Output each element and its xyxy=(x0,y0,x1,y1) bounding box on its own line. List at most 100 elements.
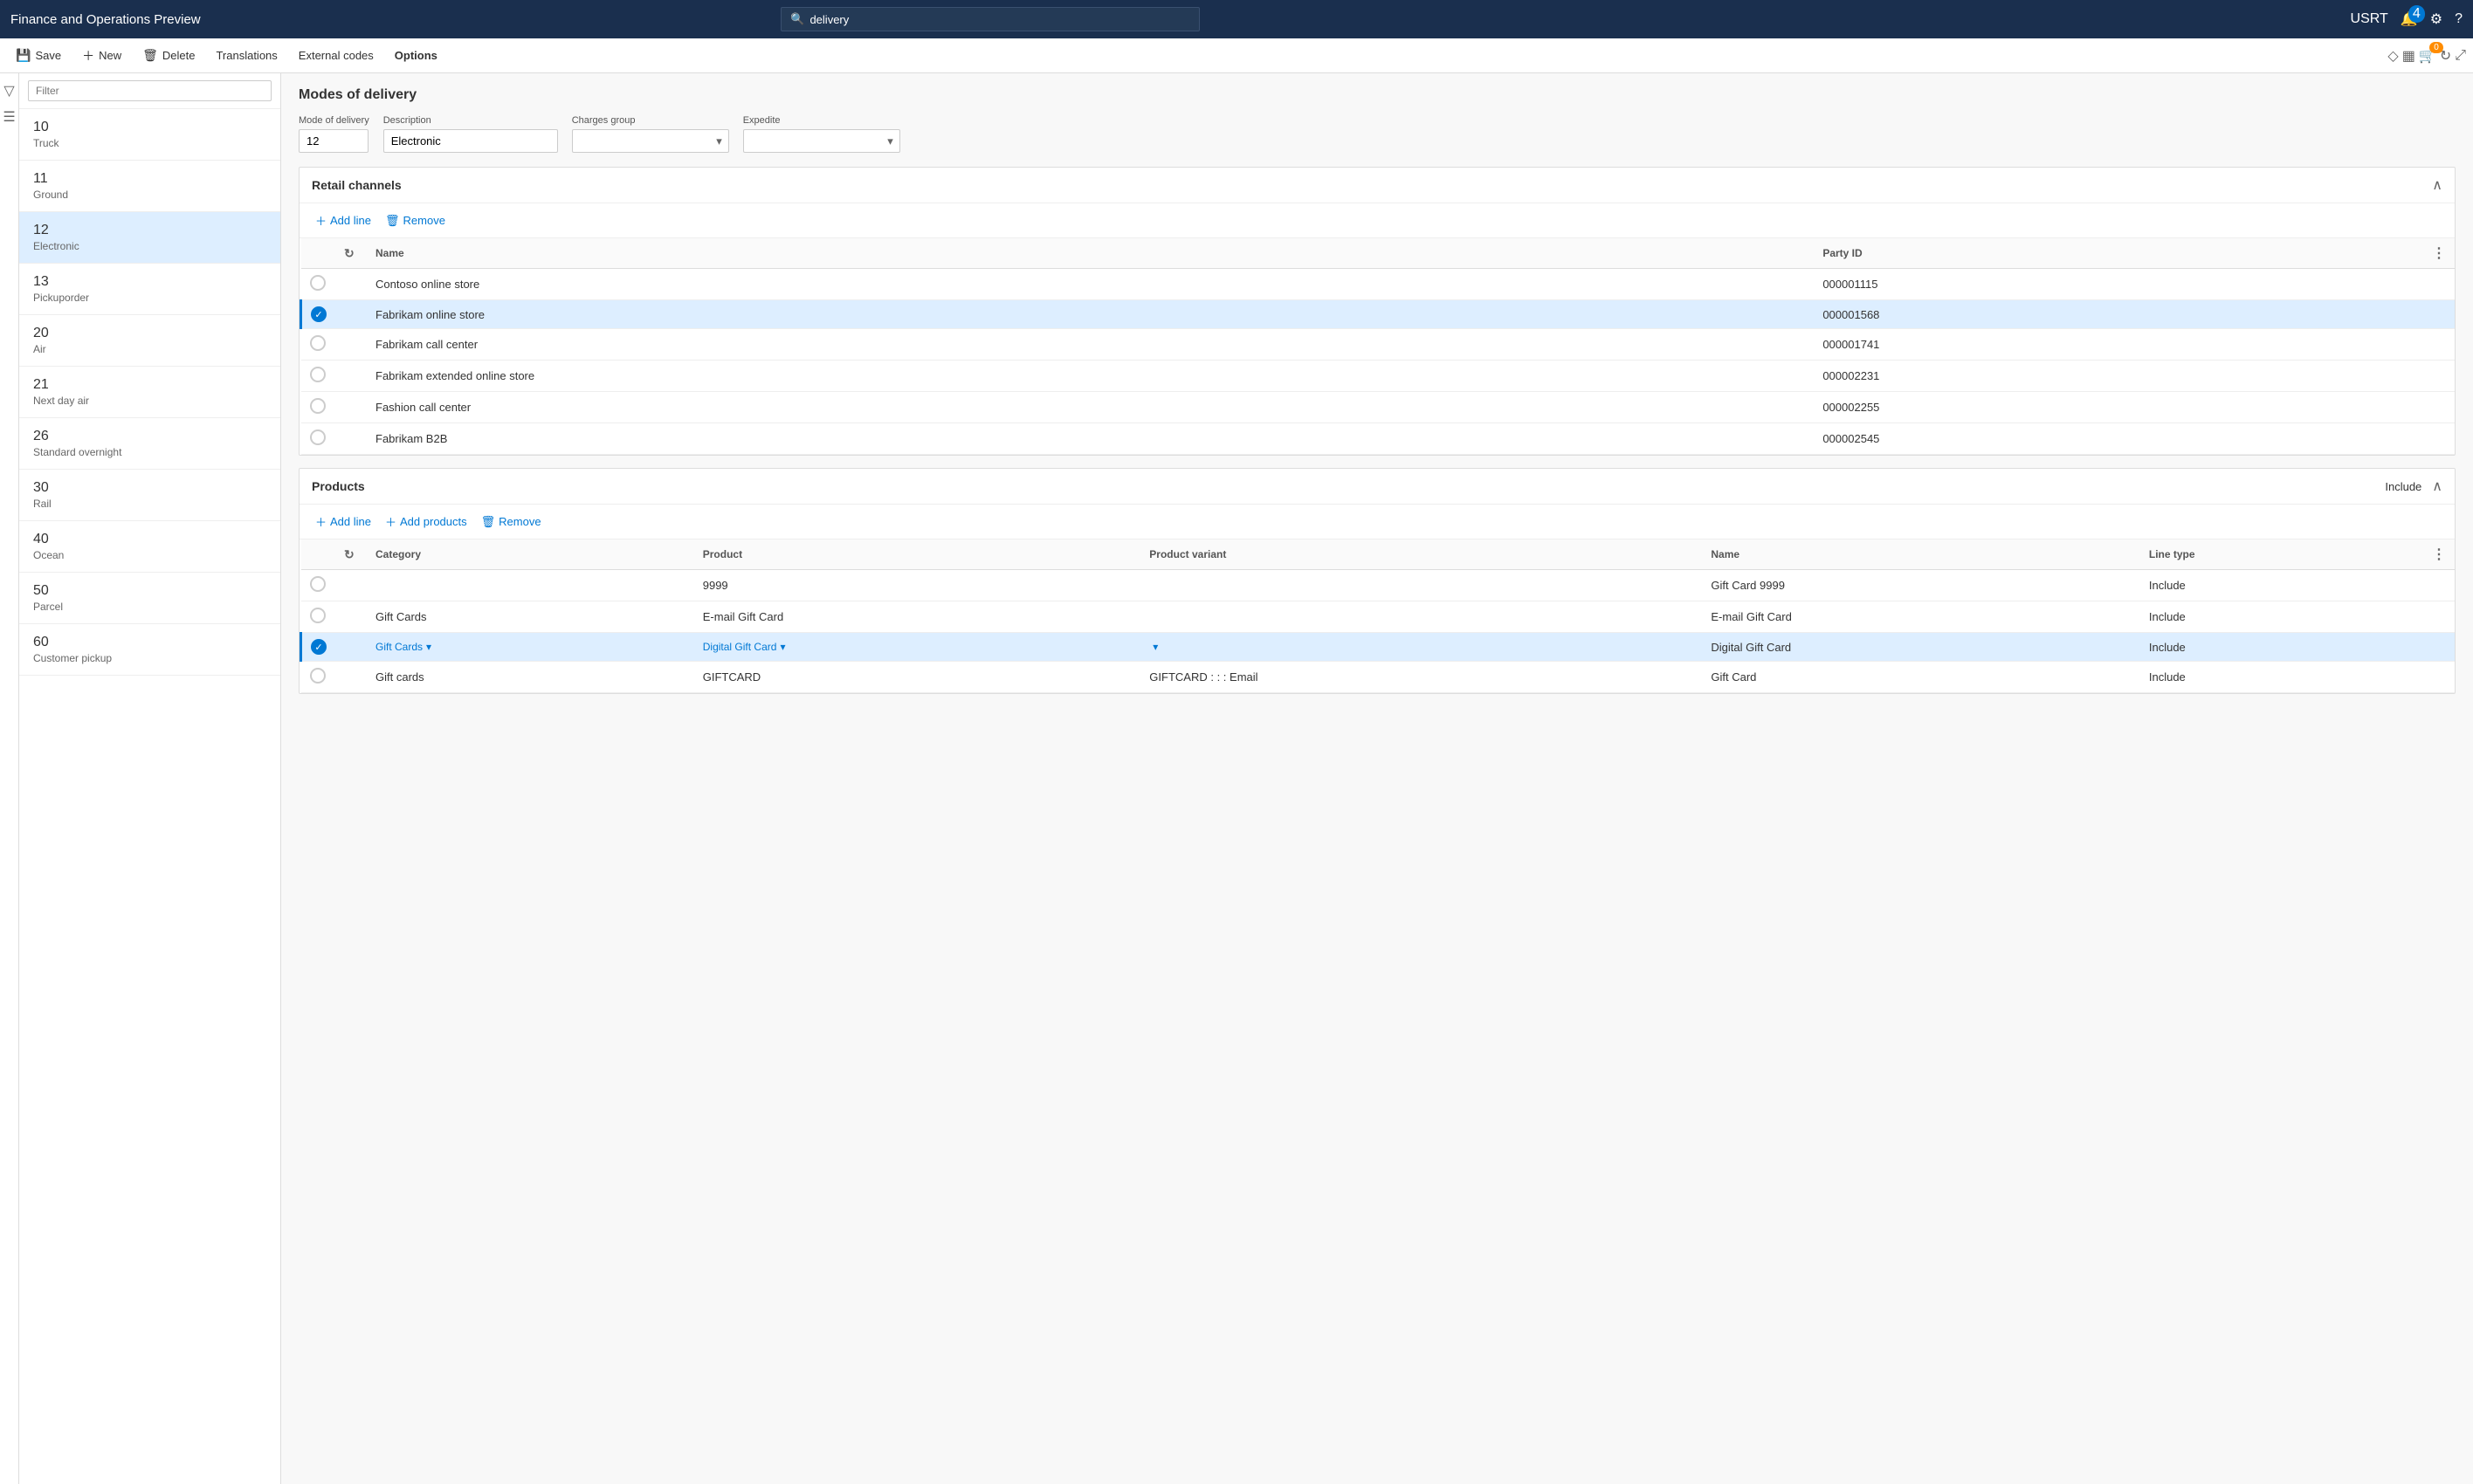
columns-icon[interactable]: ▦ xyxy=(2402,47,2415,65)
list-item-label: Truck xyxy=(33,137,266,149)
table-row[interactable]: ✓ Fabrikam online store 000001568 xyxy=(301,300,2456,329)
list-item[interactable]: 60 Customer pickup xyxy=(19,624,280,676)
refresh-products-icon[interactable]: ↻ xyxy=(344,547,355,561)
list-item[interactable]: 40 Ocean xyxy=(19,521,280,573)
category-dropdown[interactable]: Gift Cards▾ xyxy=(375,641,685,653)
list-icon[interactable]: ☰ xyxy=(3,108,15,126)
diamond-icon[interactable]: ◇ xyxy=(2387,47,2398,65)
list-item-num: 20 xyxy=(33,326,266,341)
more-retail-icon[interactable]: ⋮ xyxy=(2432,246,2446,261)
row-check[interactable] xyxy=(310,398,326,414)
external-codes-button[interactable]: External codes xyxy=(290,45,382,66)
product-dropdown[interactable]: Digital Gift Card▾ xyxy=(703,641,1133,653)
table-row[interactable]: Fashion call center 000002255 xyxy=(301,392,2456,423)
new-button[interactable]: ＋ New xyxy=(73,43,130,69)
table-row[interactable]: Gift Cards E-mail Gift Card E-mail Gift … xyxy=(301,601,2456,633)
table-row[interactable]: Gift cards GIFTCARD GIFTCARD : : : Email… xyxy=(301,662,2456,693)
retail-name-cell: Fabrikam online store xyxy=(367,300,1814,329)
products-title: Products xyxy=(312,479,365,493)
name-cell: Gift Card 9999 xyxy=(1702,570,2139,601)
charges-select[interactable] xyxy=(572,129,729,153)
col-check-cell xyxy=(301,269,336,300)
list-item-label: Rail xyxy=(33,498,266,510)
charges-select-wrapper xyxy=(572,129,729,153)
remove-products-button[interactable]: 🗑 Remove xyxy=(478,513,545,531)
table-row[interactable]: Fabrikam call center 000001741 xyxy=(301,329,2456,361)
col-check-cell: ✓ xyxy=(301,300,336,329)
products-section-header[interactable]: Products Include ∧ xyxy=(300,469,2455,505)
list-item-num: 50 xyxy=(33,583,266,599)
list-item[interactable]: 50 Parcel xyxy=(19,573,280,624)
main-layout: ▽ ☰ 10 Truck 11 Ground 12 Electronic 13 … xyxy=(0,73,2473,1484)
delete-button[interactable]: 🗑 Delete xyxy=(134,44,203,67)
options-button[interactable]: Options xyxy=(386,45,446,66)
row-check[interactable] xyxy=(310,668,326,684)
row-check[interactable] xyxy=(310,608,326,623)
variant-cell: ▾ xyxy=(1140,633,1702,662)
cart-button[interactable]: 🛒 0 xyxy=(2419,47,2436,65)
col-check-cell xyxy=(301,570,336,601)
variant-dropdown[interactable]: ▾ xyxy=(1149,641,1693,653)
list-item[interactable]: 10 Truck xyxy=(19,109,280,161)
list-item[interactable]: 20 Air xyxy=(19,315,280,367)
col-refresh-products: ↻ xyxy=(335,539,367,570)
retail-channels-header[interactable]: Retail channels ∧ xyxy=(300,168,2455,203)
help-icon[interactable]: ? xyxy=(2455,11,2463,27)
add-line-retail-button[interactable]: ＋ Add line xyxy=(312,210,375,230)
list-item[interactable]: 13 Pickuporder xyxy=(19,264,280,315)
expedite-select[interactable] xyxy=(743,129,900,153)
row-more-cell xyxy=(2423,662,2455,693)
notification-button[interactable]: 🔔 4 xyxy=(2401,10,2418,28)
table-row[interactable]: ✓ Gift Cards▾ Digital Gift Card▾ ▾ Digit… xyxy=(301,633,2456,662)
translations-button[interactable]: Translations xyxy=(207,45,286,66)
cart-badge: 0 xyxy=(2429,42,2443,53)
row-check[interactable]: ✓ xyxy=(311,639,327,655)
save-button[interactable]: 💾 Save xyxy=(7,44,70,67)
add-line-products-button[interactable]: ＋ Add line xyxy=(312,512,375,532)
description-input[interactable] xyxy=(383,129,558,153)
col-refresh-cell xyxy=(335,662,367,693)
table-row[interactable]: Fabrikam B2B 000002545 xyxy=(301,423,2456,455)
fullscreen-icon[interactable]: ⤢ xyxy=(2455,48,2466,64)
remove-retail-button[interactable]: 🗑 Remove xyxy=(382,212,449,230)
row-check[interactable] xyxy=(310,335,326,351)
table-row[interactable]: Contoso online store 000001115 xyxy=(301,269,2456,300)
refresh-retail-icon[interactable]: ↻ xyxy=(344,246,355,260)
row-check[interactable] xyxy=(310,367,326,382)
retail-channels-title: Retail channels xyxy=(312,178,402,192)
row-more-cell xyxy=(2423,570,2455,601)
mode-input[interactable] xyxy=(299,129,369,153)
list-filter-input[interactable] xyxy=(28,80,272,101)
col-name-products: Name xyxy=(1702,539,2139,570)
search-input[interactable] xyxy=(809,13,1190,26)
list-item-num: 30 xyxy=(33,480,266,496)
more-products-icon[interactable]: ⋮ xyxy=(2432,547,2446,562)
retail-name-cell: Fabrikam B2B xyxy=(367,423,1814,455)
filter-icon[interactable]: ▽ xyxy=(3,82,14,100)
row-check[interactable] xyxy=(310,429,326,445)
search-bar[interactable]: 🔍 xyxy=(781,7,1200,31)
list-item[interactable]: 11 Ground xyxy=(19,161,280,212)
table-row[interactable]: 9999 Gift Card 9999 Include xyxy=(301,570,2456,601)
list-item-num: 60 xyxy=(33,635,266,650)
list-item[interactable]: 26 Standard overnight xyxy=(19,418,280,470)
products-collapse-icon: ∧ xyxy=(2432,477,2442,495)
col-check-cell xyxy=(301,423,336,455)
row-check[interactable] xyxy=(310,576,326,592)
add-products-button[interactable]: ＋ Add products xyxy=(382,512,471,532)
description-field: Description xyxy=(383,115,558,153)
row-more-cell xyxy=(2423,423,2455,455)
row-check[interactable]: ✓ xyxy=(311,306,327,322)
col-line-type: Line type xyxy=(2140,539,2423,570)
row-more-cell xyxy=(2423,300,2455,329)
col-refresh-cell xyxy=(335,361,367,392)
list-item[interactable]: 21 Next day air xyxy=(19,367,280,418)
table-row[interactable]: Fabrikam extended online store 000002231 xyxy=(301,361,2456,392)
row-check[interactable] xyxy=(310,275,326,291)
row-more-cell xyxy=(2423,392,2455,423)
list-panel: 10 Truck 11 Ground 12 Electronic 13 Pick… xyxy=(19,73,281,1484)
settings-icon[interactable]: ⚙ xyxy=(2430,10,2442,28)
expedite-field: Expedite xyxy=(743,115,900,153)
list-item[interactable]: 30 Rail xyxy=(19,470,280,521)
list-item[interactable]: 12 Electronic xyxy=(19,212,280,264)
